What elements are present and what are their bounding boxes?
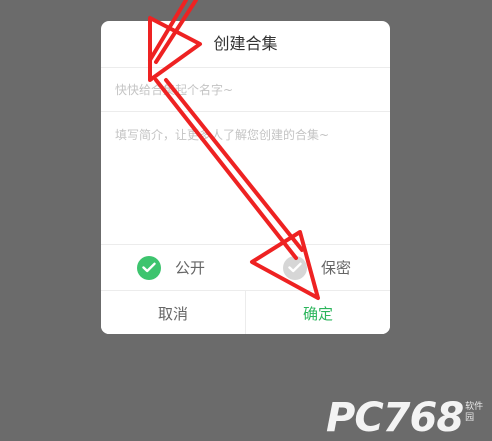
watermark-logo: PC768 (326, 395, 464, 441)
watermark-subtext: 软件园 (465, 402, 484, 423)
screen: { "dialog": { "title": "创建合集", "name_fie… (0, 0, 492, 441)
dialog-buttons: 取消 确定 (101, 291, 390, 334)
privacy-label-public: 公开 (175, 259, 206, 277)
dialog-title: 创建合集 (101, 21, 390, 68)
privacy-selector: 公开 保密 (101, 245, 390, 291)
privacy-option-private[interactable]: 保密 (283, 245, 351, 290)
privacy-label-private: 保密 (321, 259, 352, 277)
collection-name-input[interactable] (101, 68, 390, 112)
cancel-button[interactable]: 取消 (101, 291, 246, 334)
collection-description-input[interactable] (101, 112, 390, 245)
check-icon-unselected (283, 255, 307, 280)
watermark: PC768 软件园 (326, 396, 492, 440)
check-icon (137, 255, 161, 280)
create-collection-dialog: 创建合集 公开 保密 取消 确定 (101, 21, 390, 334)
confirm-button[interactable]: 确定 (246, 291, 390, 334)
privacy-option-public[interactable]: 公开 (137, 245, 205, 290)
